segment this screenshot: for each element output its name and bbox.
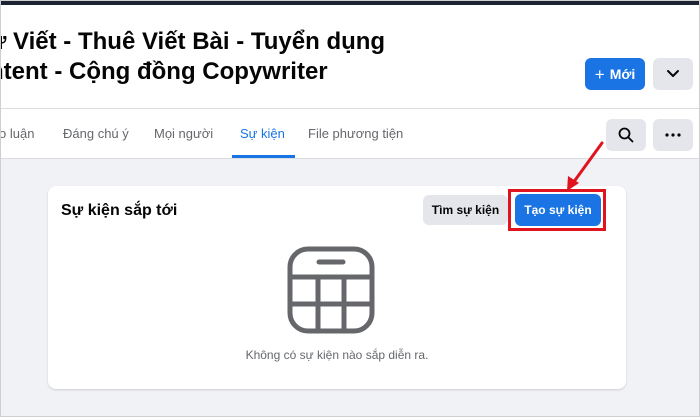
more-options-button[interactable] bbox=[653, 119, 693, 151]
empty-events-message: Không có sự kiện nào sắp diễn ra. bbox=[245, 348, 429, 362]
group-title: ự Viết - Thuê Viết Bài - Tuyển dụng nten… bbox=[0, 27, 386, 87]
tab-events[interactable]: Sự kiện bbox=[232, 109, 295, 158]
search-button[interactable] bbox=[606, 119, 646, 151]
group-title-line-1: ự Viết - Thuê Viết Bài - Tuyển dụng bbox=[0, 28, 386, 55]
group-title-line-2: ntent - Cộng đồng Copywriter bbox=[0, 58, 328, 85]
tab-people[interactable]: Mọi người bbox=[154, 109, 213, 158]
chevron-down-icon bbox=[667, 70, 679, 77]
events-card: Sự kiện sắp tới Tìm sự kiện Tạo sự kiện … bbox=[48, 186, 626, 389]
find-events-button[interactable]: Tìm sự kiện bbox=[423, 195, 508, 225]
search-icon bbox=[618, 127, 634, 143]
tab-featured[interactable]: Đáng chú ý bbox=[63, 109, 129, 158]
group-tabs: o luận Đáng chú ý Mọi người Sự kiện File… bbox=[1, 109, 699, 159]
group-header: ự Viết - Thuê Viết Bài - Tuyển dụng nten… bbox=[0, 5, 699, 108]
calendar-icon bbox=[287, 246, 375, 334]
tab-media[interactable]: File phương tiện bbox=[308, 109, 403, 158]
annotation-highlight-box bbox=[508, 189, 606, 231]
header-dropdown-button[interactable] bbox=[653, 58, 693, 90]
tab-discussion[interactable]: o luận bbox=[1, 109, 34, 158]
new-button[interactable]: + Mới bbox=[585, 58, 645, 90]
plus-icon: + bbox=[594, 64, 605, 84]
ellipsis-icon bbox=[665, 133, 681, 137]
events-heading: Sự kiện sắp tới bbox=[61, 202, 178, 219]
new-button-label: Mới bbox=[609, 66, 636, 82]
app-frame: ự Viết - Thuê Viết Bài - Tuyển dụng nten… bbox=[0, 0, 700, 417]
